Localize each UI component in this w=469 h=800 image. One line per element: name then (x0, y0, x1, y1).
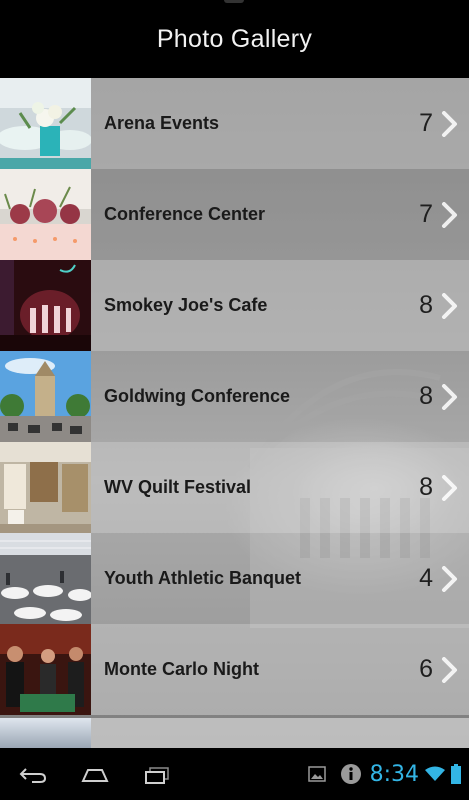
app-screen: Photo Gallery Arena Events 7 Conference … (0, 0, 469, 800)
chevron-right-icon (439, 655, 461, 685)
info-icon (340, 763, 362, 785)
gallery-thumbnail (0, 442, 91, 533)
gallery-thumbnail (0, 260, 91, 351)
gallery-thumbnail (0, 533, 91, 624)
gallery-item-label: WV Quilt Festival (104, 477, 252, 497)
wifi-icon (425, 766, 445, 782)
back-arrow-icon (19, 768, 47, 783)
top-indicator (224, 0, 244, 3)
system-navigation-bar: 8:34 (0, 748, 469, 800)
recent-apps-icon (145, 767, 169, 784)
chevron-right-icon (439, 564, 461, 594)
gallery-item-wv-quilt-festival[interactable]: WV Quilt Festival 8 (0, 442, 469, 533)
chevron-right-icon (439, 473, 461, 503)
photo-count: 7 (419, 109, 433, 137)
gallery-notification-icon (307, 766, 326, 782)
gallery-thumbnail (0, 624, 91, 715)
gallery-item-conference-center[interactable]: Conference Center 7 (0, 169, 469, 260)
app-header: Photo Gallery (0, 0, 469, 78)
gallery-item-label: Goldwing Conference (104, 386, 291, 406)
photo-count: 8 (419, 382, 433, 410)
photo-count: 4 (419, 564, 433, 592)
gallery-thumbnail (0, 169, 91, 260)
page-title: Photo Gallery (156, 24, 313, 53)
gallery-item-label: Youth Athletic Banquet (104, 568, 301, 588)
gallery-item-arena-events[interactable]: Arena Events 7 (0, 78, 469, 169)
gallery-item-label: Conference Center (104, 204, 266, 224)
gallery-item-partial[interactable] (0, 718, 469, 748)
clock: 8:34 (369, 761, 419, 787)
back-button[interactable] (16, 764, 50, 786)
status-area: 8:34 (302, 758, 461, 790)
gallery-item-goldwing-conference[interactable]: Goldwing Conference 8 (0, 351, 469, 442)
home-icon (81, 769, 109, 782)
chevron-right-icon (439, 200, 461, 230)
gallery-item-smokey-joes-cafe[interactable]: Smokey Joe's Cafe 8 (0, 260, 469, 351)
gallery-item-youth-athletic-banquet[interactable]: Youth Athletic Banquet 4 (0, 533, 469, 624)
gallery-thumbnail (0, 78, 91, 169)
recent-apps-button[interactable] (140, 764, 174, 786)
gallery-item-monte-carlo-night[interactable]: Monte Carlo Night 6 (0, 624, 469, 715)
photo-count: 7 (419, 200, 433, 228)
photo-count: 8 (419, 473, 433, 501)
photo-count: 8 (419, 291, 433, 319)
chevron-right-icon (439, 382, 461, 412)
gallery-item-label: Arena Events (104, 113, 220, 133)
home-button[interactable] (78, 764, 112, 786)
gallery-thumbnail (0, 718, 91, 748)
gallery-item-label: Smokey Joe's Cafe (104, 295, 268, 315)
gallery-list[interactable]: Arena Events 7 Conference Center 7 Smoke… (0, 78, 469, 748)
gallery-item-label: Monte Carlo Night (104, 659, 259, 679)
chevron-right-icon (439, 109, 461, 139)
battery-icon (451, 764, 461, 784)
gallery-thumbnail (0, 351, 91, 442)
photo-count: 6 (419, 655, 433, 683)
chevron-right-icon (439, 291, 461, 321)
